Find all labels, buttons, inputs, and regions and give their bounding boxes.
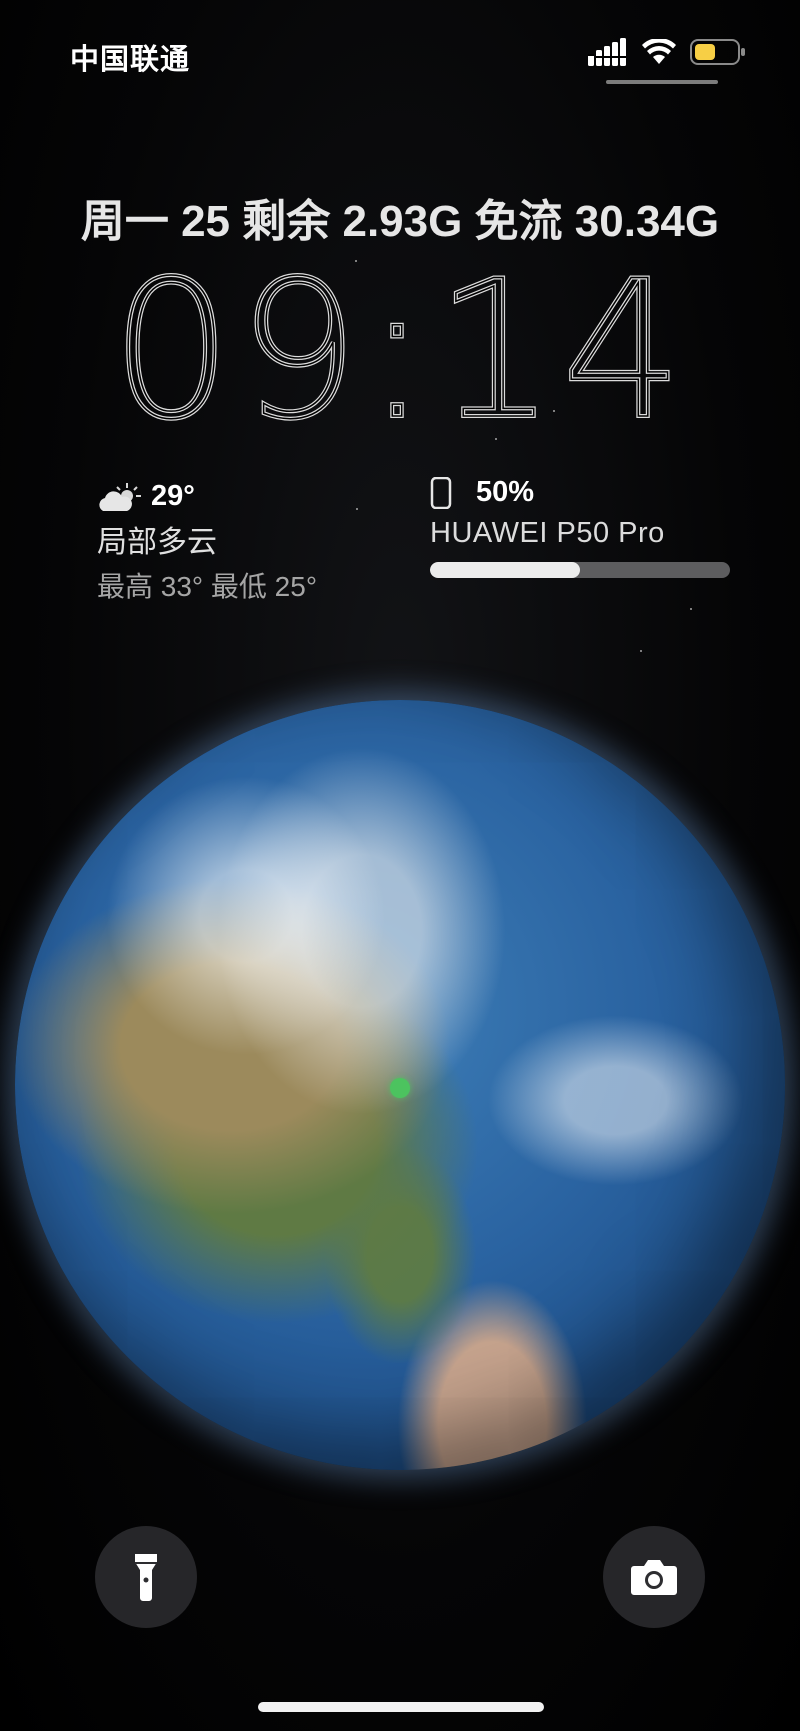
flashlight-icon	[135, 1554, 157, 1601]
star	[356, 508, 358, 510]
weather-range: 最高 33° 最低 25°	[97, 571, 318, 602]
cellular-signal-icon	[588, 38, 626, 66]
weather-condition: 局部多云	[97, 526, 217, 559]
date-data-usage: 周一 25 剩余 2.93G 免流 30.34G	[80, 197, 720, 246]
home-indicator[interactable]	[258, 1702, 544, 1712]
wifi-icon	[642, 39, 676, 64]
carrier-label: 中国联通	[70, 44, 191, 76]
status-icons	[588, 38, 746, 66]
location-dot	[390, 1078, 410, 1098]
lock-screen: 中国联通 周一 25 剩余 2.93G 免流 30.34G 09:14 09:1…	[0, 0, 800, 1731]
flashlight-button[interactable]	[95, 1526, 197, 1628]
device-battery-percent: 50%	[476, 476, 535, 508]
partly-cloudy-icon	[99, 482, 141, 511]
status-underline	[606, 80, 718, 84]
star	[690, 608, 692, 610]
weather-temperature: 29°	[151, 480, 195, 512]
device-battery-bar	[430, 562, 730, 578]
clock-time-inner: 09:14	[111, 248, 689, 448]
device-battery-widget[interactable]: 50% HUAWEI P50 Pro	[430, 476, 730, 578]
weather-widget[interactable]: 29° 局部多云 最高 33° 最低 25°	[97, 480, 317, 605]
battery-icon	[690, 39, 745, 65]
camera-icon	[631, 1560, 677, 1595]
star	[640, 650, 642, 652]
camera-button[interactable]	[603, 1526, 705, 1628]
device-battery-fill	[430, 562, 580, 578]
clock: 09:14 09:14	[109, 248, 689, 448]
device-name: HUAWEI P50 Pro	[430, 517, 665, 549]
phone-icon	[430, 476, 452, 509]
